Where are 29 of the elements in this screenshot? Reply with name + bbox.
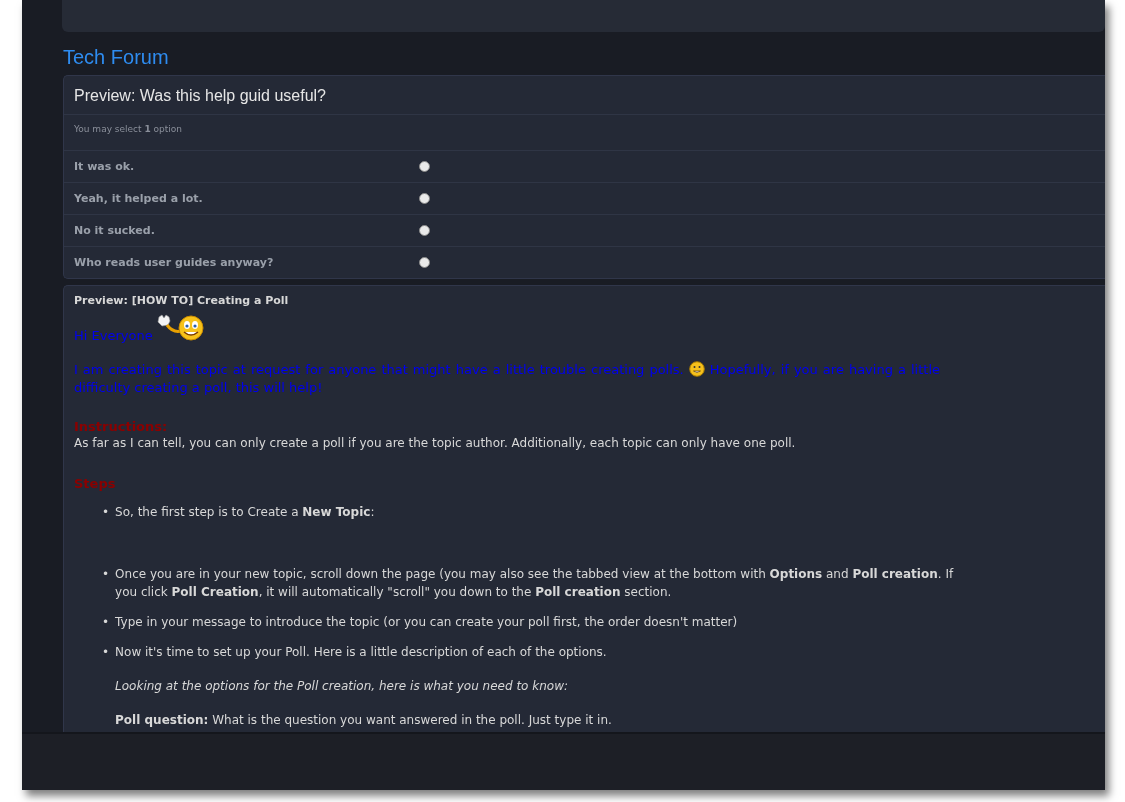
note-text: Poll question: What is the question you want answered in the poll. Just type it in. <box>115 712 612 729</box>
smiley-icon <box>688 361 705 377</box>
forum-title[interactable]: Tech Forum <box>63 46 1105 69</box>
radio-button[interactable] <box>419 161 430 172</box>
step-text: Once you are in your new topic, scroll down the page (you may also see the tabbed view at the bottom with Options and Poll creation. If you click Poll Creation, it will automatically "scroll" you down to the Poll creation section. <box>115 567 954 599</box>
radio-button[interactable] <box>419 193 430 204</box>
radio-button[interactable] <box>419 225 430 236</box>
step-text: So, the first step is to Create a New Topic: <box>115 505 375 519</box>
bullet: • <box>102 614 110 631</box>
intro-paragraph: I am creating this topic at request for anyone that might have a little trouble creating polls. Hopefully, if you are having a little difficulty creating a poll, this will help! <box>74 361 940 397</box>
bullet: • <box>102 504 110 521</box>
poll-hint: You may select 1 option <box>64 115 1105 151</box>
poll-title: Preview: Was this help guid useful? <box>64 76 1105 115</box>
option-label: No it sucked. <box>74 224 156 237</box>
step-text: Type in your message to introduce the topic (or you can create your poll first, the order doesn't matter) <box>115 615 738 629</box>
section-heading: Steps <box>74 476 117 491</box>
option-label: Yeah, it helped a lot. <box>74 192 204 205</box>
note-text: Looking at the options for the Poll creation, here is what you need to know: <box>115 678 570 695</box>
greeting-text: Hi Everyone <box>74 328 153 343</box>
waving-smiley-icon <box>154 313 205 343</box>
radio-button[interactable] <box>419 257 430 268</box>
body-paragraph: As far as I can tell, you can only create a poll if you are the topic author. Additionally, each topic can only have one poll. <box>74 435 797 452</box>
step-text: Now it's time to set up your Poll. Here is a little description of each of the options. <box>115 645 607 659</box>
bullet: • <box>102 566 110 583</box>
section-heading: Instructions: <box>74 419 169 434</box>
bullet: • <box>102 644 110 661</box>
option-label: It was ok. <box>74 160 136 173</box>
option-label: Who reads user guides anyway? <box>74 256 275 269</box>
post-title: Preview: [HOW TO] Creating a Poll <box>74 294 290 307</box>
